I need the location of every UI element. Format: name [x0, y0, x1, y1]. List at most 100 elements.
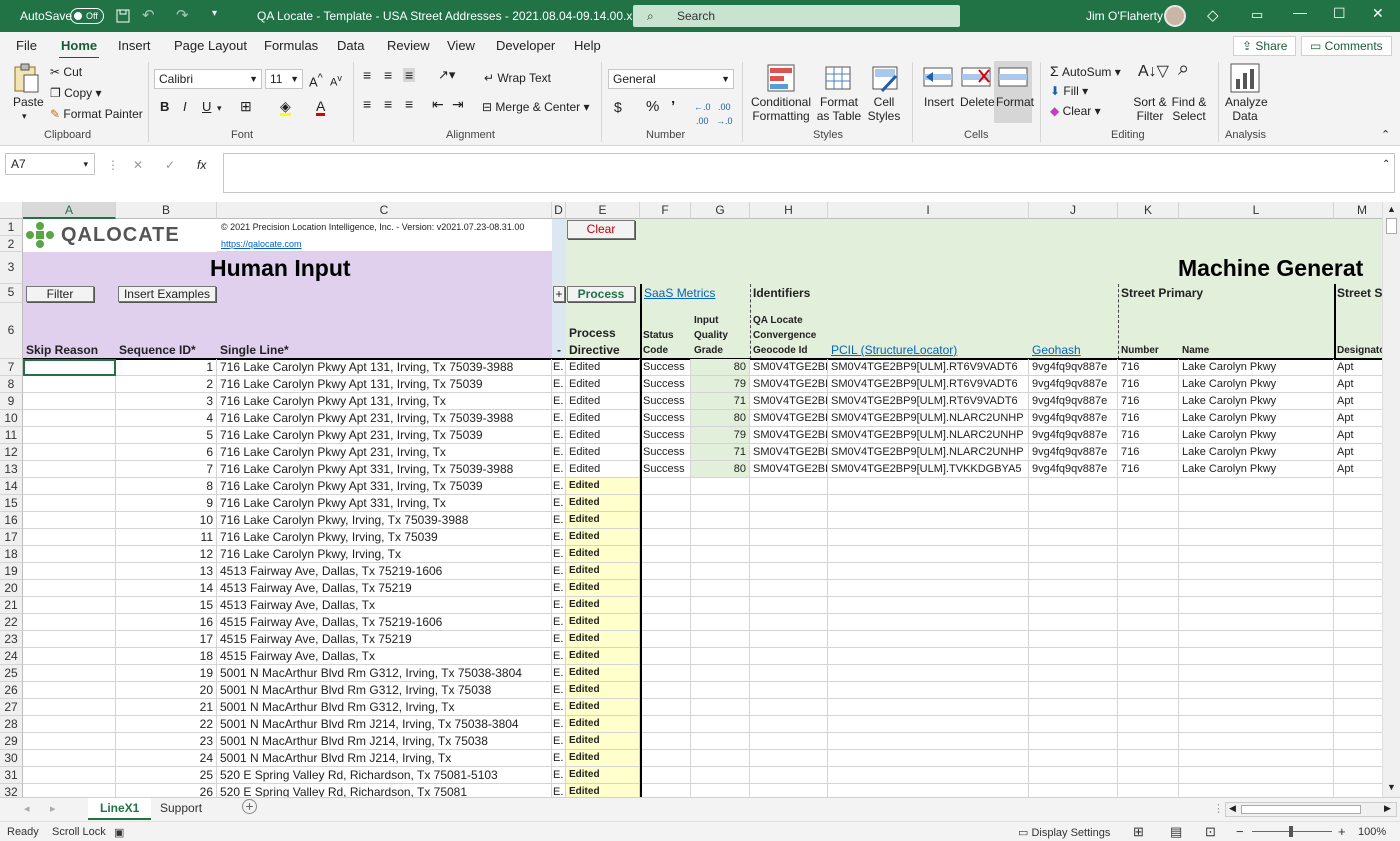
row-header[interactable]: 28 — [0, 716, 23, 733]
cell-qa-geocode-id[interactable] — [750, 682, 828, 699]
cell-geohash[interactable] — [1029, 563, 1118, 580]
collapse-ribbon-icon[interactable]: ⌃ — [1381, 128, 1390, 142]
cell-status-code[interactable] — [640, 512, 691, 529]
cell-process-directive[interactable]: Edited — [566, 427, 640, 444]
cell-skip-reason[interactable] — [23, 784, 116, 797]
cell-skip-reason[interactable] — [23, 478, 116, 495]
cell-input-quality-grade[interactable] — [691, 563, 750, 580]
cell-name[interactable]: Lake Carolyn Pkwy — [1179, 393, 1334, 410]
cell-sequence-id[interactable]: 4 — [116, 410, 217, 427]
insert-examples-button[interactable]: Insert Examples — [118, 286, 216, 302]
cell-pcil[interactable]: SM0V4TGE2BP9[ULM].RT6V9VADT6 — [828, 393, 1029, 410]
cell-number[interactable] — [1118, 767, 1179, 784]
cell-number[interactable]: 716 — [1118, 359, 1179, 376]
macro-record-icon[interactable]: ▣ — [114, 826, 124, 839]
process-button[interactable]: Process — [567, 286, 635, 302]
font-size-combo[interactable]: 11▼ — [265, 69, 303, 89]
select-all-corner[interactable] — [0, 202, 23, 219]
cell-sequence-id[interactable]: 11 — [116, 529, 217, 546]
formula-input[interactable] — [223, 153, 1395, 193]
cell-single-line[interactable]: 4515 Fairway Ave, Dallas, Tx — [217, 648, 552, 665]
cell-status-code[interactable] — [640, 648, 691, 665]
cell-d[interactable]: E. — [552, 733, 566, 750]
cell-name[interactable] — [1179, 563, 1334, 580]
cell-pcil[interactable]: SM0V4TGE2BP9[ULM].NLARC2UNHP — [828, 410, 1029, 427]
minimize-icon[interactable]: — — [1293, 4, 1307, 20]
cell-geohash[interactable] — [1029, 665, 1118, 682]
expand-button[interactable]: + — [553, 286, 565, 302]
sheet-tab-linex1[interactable]: LineX1 — [88, 798, 151, 820]
orientation-icon[interactable]: ↗▾ — [438, 68, 455, 82]
cell-number[interactable] — [1118, 699, 1179, 716]
cell-number[interactable] — [1118, 529, 1179, 546]
cell-skip-reason[interactable] — [23, 750, 116, 767]
cell-pcil[interactable] — [828, 733, 1029, 750]
cell-pcil[interactable] — [828, 580, 1029, 597]
cell-sequence-id[interactable]: 19 — [116, 665, 217, 682]
decrease-indent-icon[interactable]: ⇤ — [432, 97, 444, 111]
cell-qa-geocode-id[interactable]: SM0V4TGE2BP9[ — [750, 393, 828, 410]
cell-qa-geocode-id[interactable] — [750, 495, 828, 512]
customize-qat-icon[interactable]: ▾ — [212, 8, 217, 19]
analyze-data-button[interactable]: Analyze Data — [1225, 95, 1265, 123]
cell-single-line[interactable]: 4513 Fairway Ave, Dallas, Tx 75219 — [217, 580, 552, 597]
cell-name[interactable] — [1179, 682, 1334, 699]
cell-d[interactable]: E. — [552, 495, 566, 512]
cell-qa-geocode-id[interactable]: SM0V4TGE2BP9[ — [750, 410, 828, 427]
cell-name[interactable] — [1179, 784, 1334, 797]
cell-process-directive[interactable]: Edited — [566, 767, 640, 784]
cell-single-line[interactable]: 4515 Fairway Ave, Dallas, Tx 75219-1606 — [217, 614, 552, 631]
autosave-toggle[interactable]: Off — [70, 8, 104, 24]
cell-status-code[interactable]: Success — [640, 376, 691, 393]
cell-number[interactable] — [1118, 648, 1179, 665]
cell-status-code[interactable] — [640, 733, 691, 750]
cell-qa-geocode-id[interactable]: SM0V4TGE2BP9[ — [750, 444, 828, 461]
align-bottom-icon[interactable]: ≡ — [403, 68, 415, 82]
row-header[interactable]: 22 — [0, 614, 23, 631]
cell-sequence-id[interactable]: 12 — [116, 546, 217, 563]
cell-skip-reason[interactable] — [23, 529, 116, 546]
cell-number[interactable] — [1118, 546, 1179, 563]
cell-sequence-id[interactable]: 8 — [116, 478, 217, 495]
cell-number[interactable]: 716 — [1118, 410, 1179, 427]
cell-name[interactable] — [1179, 495, 1334, 512]
column-header-j[interactable]: J — [1029, 202, 1118, 219]
name-box[interactable]: A7▾ — [5, 153, 95, 175]
cell-d[interactable]: E. — [552, 682, 566, 699]
decrease-decimal-icon[interactable]: .00→.0 — [716, 100, 733, 128]
cell-qa-geocode-id[interactable] — [750, 512, 828, 529]
row-header[interactable]: 24 — [0, 648, 23, 665]
find-select-button[interactable]: Find & Select — [1170, 95, 1208, 123]
cell-input-quality-grade[interactable]: 71 — [691, 444, 750, 461]
row-header[interactable]: 14 — [0, 478, 23, 495]
cell-designator[interactable] — [1334, 682, 1382, 699]
cell-sequence-id[interactable]: 2 — [116, 376, 217, 393]
column-header-k[interactable]: K — [1118, 202, 1179, 219]
cell-single-line[interactable]: 716 Lake Carolyn Pkwy, Irving, Tx — [217, 546, 552, 563]
cell-sequence-id[interactable]: 10 — [116, 512, 217, 529]
cell-name[interactable] — [1179, 597, 1334, 614]
tab-insert[interactable]: Insert — [118, 38, 151, 53]
row-header[interactable]: 5 — [0, 284, 23, 303]
cell-status-code[interactable] — [640, 784, 691, 797]
cell-sequence-id[interactable]: 22 — [116, 716, 217, 733]
cell-pcil[interactable] — [828, 631, 1029, 648]
cell-single-line[interactable]: 520 E Spring Valley Rd, Richardson, Tx 7… — [217, 784, 552, 797]
cell-skip-reason[interactable] — [23, 427, 116, 444]
format-as-table-button[interactable]: Format as Table — [813, 95, 865, 123]
row-header[interactable]: 18 — [0, 546, 23, 563]
cell-designator[interactable] — [1334, 478, 1382, 495]
cell-pcil[interactable] — [828, 750, 1029, 767]
cell-qa-geocode-id[interactable] — [750, 597, 828, 614]
tab-data[interactable]: Data — [337, 38, 364, 53]
cell-name[interactable] — [1179, 631, 1334, 648]
cell-sequence-id[interactable]: 25 — [116, 767, 217, 784]
cell-sequence-id[interactable]: 23 — [116, 733, 217, 750]
cell-qa-geocode-id[interactable] — [750, 580, 828, 597]
cell-name[interactable] — [1179, 716, 1334, 733]
cell-number[interactable] — [1118, 495, 1179, 512]
column-header-m[interactable]: M — [1334, 202, 1382, 219]
cell-styles-button[interactable]: Cell Styles — [862, 95, 906, 123]
cell-sequence-id[interactable]: 7 — [116, 461, 217, 478]
cell-geohash[interactable] — [1029, 716, 1118, 733]
